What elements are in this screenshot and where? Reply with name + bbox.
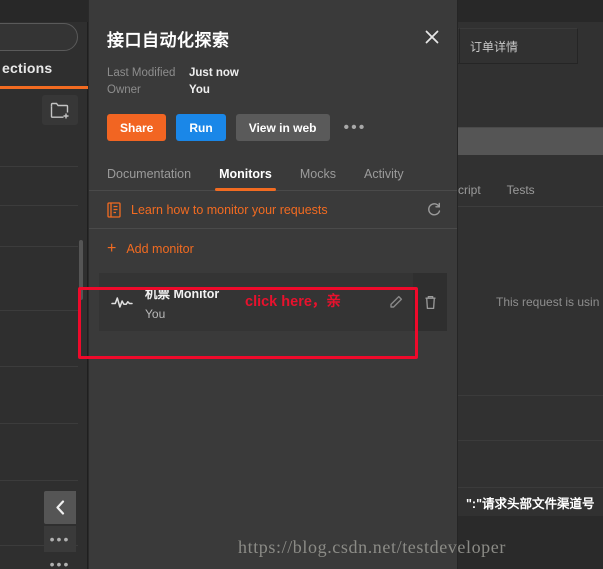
- share-button[interactable]: Share: [107, 114, 167, 141]
- sidebar-scrollbar[interactable]: [79, 240, 83, 300]
- guide-book-icon: [107, 201, 121, 218]
- sidebar-tab-collections[interactable]: ections: [0, 60, 88, 86]
- plus-icon: +: [107, 239, 117, 257]
- meta-label-owner: Owner: [107, 84, 141, 96]
- sidebar-divider: [0, 166, 78, 167]
- learn-monitor-row[interactable]: Learn how to monitor your requests: [89, 191, 457, 229]
- tab-monitors[interactable]: Monitors: [205, 161, 286, 191]
- collection-metadata: Last Modified Just now Owner You: [89, 51, 457, 99]
- sidebar-divider: [0, 480, 78, 481]
- tab-mocks[interactable]: Mocks: [286, 161, 350, 190]
- sidebar-divider: [0, 246, 78, 247]
- activity-pulse-icon: [99, 295, 145, 309]
- meta-label-last-modified: Last Modified: [107, 67, 176, 79]
- run-button[interactable]: Run: [176, 114, 226, 141]
- meta-value-last-modified: Just now: [189, 67, 239, 79]
- close-icon[interactable]: [419, 24, 445, 50]
- tab-tests[interactable]: Tests: [507, 183, 535, 197]
- trash-icon[interactable]: [413, 273, 447, 331]
- sidebar-divider: [0, 310, 78, 311]
- sidebar-collapse-button[interactable]: [44, 491, 76, 524]
- app-window: ections ••• ••• 航班: [0, 0, 603, 569]
- meta-row: Last Modified Just now: [107, 65, 439, 82]
- watermark: https://blog.csdn.net/testdeveloper: [238, 537, 506, 557]
- list-item[interactable]: 机票 Monitor You: [99, 273, 447, 331]
- refresh-icon[interactable]: [427, 202, 441, 217]
- tab-documentation[interactable]: Documentation: [107, 161, 205, 190]
- tab-activity[interactable]: Activity: [350, 161, 418, 190]
- left-sidebar: ections ••• •••: [0, 0, 88, 569]
- add-monitor-label: Add monitor: [126, 241, 194, 256]
- page-title: 接口自动化探索: [107, 31, 230, 50]
- new-folder-icon[interactable]: [42, 95, 78, 125]
- request-tab-label: 订单详情: [470, 39, 519, 54]
- monitor-texts: 机票 Monitor You: [145, 283, 379, 321]
- sidebar-tab-active-underline: [0, 86, 88, 89]
- monitor-name: 机票 Monitor: [145, 287, 220, 301]
- sidebar-divider: [0, 423, 78, 424]
- sidebar-top-strip: [0, 0, 88, 22]
- collection-details-modal: 接口自动化探索 Last Modified Just now Owner You…: [88, 0, 458, 569]
- modal-header: 接口自动化探索: [89, 0, 457, 51]
- meta-value-owner: You: [189, 84, 210, 96]
- sidebar-more-button[interactable]: •••: [44, 526, 76, 552]
- learn-monitor-link[interactable]: Learn how to monitor your requests: [131, 203, 427, 217]
- monitor-owner: You: [145, 307, 166, 321]
- action-buttons: Share Run View in web •••: [89, 99, 457, 141]
- sidebar-divider: [0, 366, 78, 367]
- sidebar-divider: [0, 205, 78, 206]
- pencil-icon[interactable]: [379, 295, 413, 309]
- search-input[interactable]: [0, 23, 78, 51]
- monitor-list: 机票 Monitor You click here，亲: [89, 273, 457, 331]
- modal-tabs: Documentation Monitors Mocks Activity: [89, 161, 457, 191]
- more-options-button[interactable]: •••: [340, 119, 367, 137]
- tab-pre-request-script[interactable]: cript: [458, 183, 481, 197]
- meta-row: Owner You: [107, 82, 439, 99]
- request-tab[interactable]: 订单详情: [460, 28, 578, 64]
- add-monitor-button[interactable]: + Add monitor: [89, 229, 457, 269]
- sidebar-more-button-secondary[interactable]: •••: [44, 556, 76, 569]
- view-in-web-button[interactable]: View in web: [235, 114, 330, 141]
